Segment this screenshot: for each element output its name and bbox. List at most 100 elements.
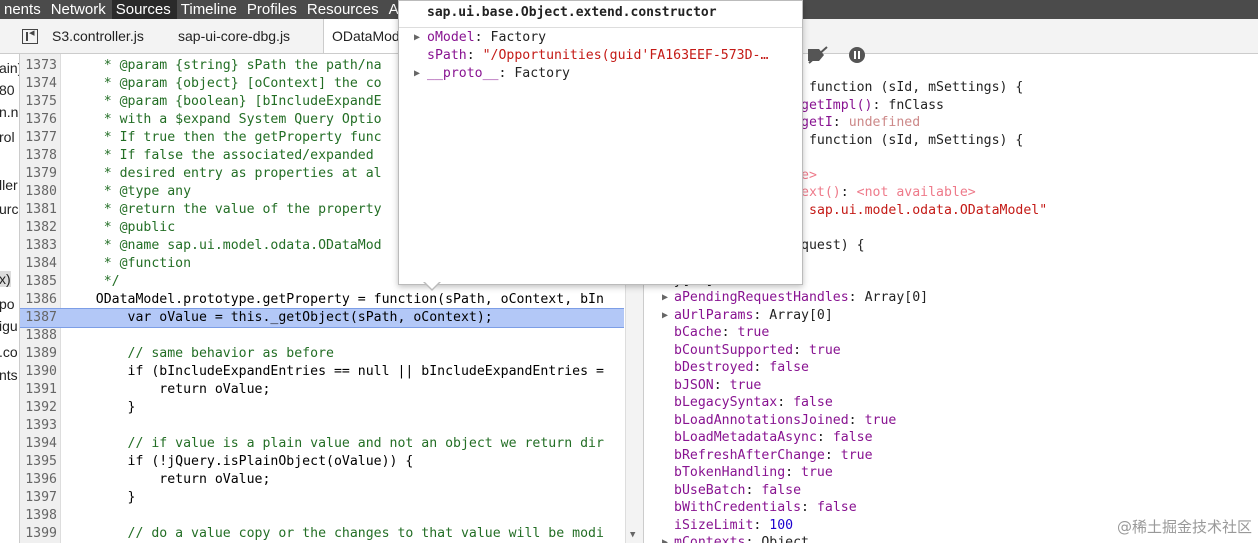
scope-property-row[interactable]: bLegacySyntax: false xyxy=(644,394,1258,411)
panel-tab-sources[interactable]: Sources xyxy=(111,0,177,19)
property-value: "/Opportunities(guid'FA163EEF-573D-… xyxy=(482,48,769,63)
property-key: __proto__ xyxy=(427,66,499,81)
line-number[interactable]: 1380 xyxy=(20,183,57,201)
code-line[interactable]: 1392 } xyxy=(20,399,624,417)
line-number[interactable]: 1377 xyxy=(20,129,57,147)
line-number[interactable]: 1384 xyxy=(20,255,57,273)
line-number[interactable]: 1386 xyxy=(20,291,57,309)
line-number[interactable]: 1383 xyxy=(20,237,57,255)
scope-property-row[interactable]: bJSON: true xyxy=(644,377,1258,394)
property-separator: : xyxy=(777,395,794,410)
line-number[interactable]: 1392 xyxy=(20,399,57,417)
line-number[interactable]: 1393 xyxy=(20,417,57,435)
property-value: 100 xyxy=(769,517,794,533)
line-number[interactable]: 1378 xyxy=(20,147,57,165)
line-number[interactable]: 1396 xyxy=(20,471,57,489)
code-line[interactable]: 1396 return oValue; xyxy=(20,471,624,489)
watermark: @稀土掘金技术社区 xyxy=(1116,518,1252,536)
line-number[interactable]: 1391 xyxy=(20,381,57,399)
line-number[interactable]: 1374 xyxy=(20,75,57,93)
code-line[interactable]: 1397 } xyxy=(20,489,624,507)
scope-property-row[interactable]: bDestroyed: false xyxy=(644,359,1258,376)
scope-property-row[interactable]: bRefreshAfterChange: true xyxy=(644,447,1258,464)
expand-triangle-icon[interactable]: ▶ xyxy=(414,29,420,47)
expand-triangle-icon[interactable]: ▶ xyxy=(662,307,668,324)
line-number[interactable]: 1395 xyxy=(20,453,57,471)
navigator-item-selected[interactable]: x) xyxy=(0,271,11,287)
expand-triangle-icon[interactable]: ▶ xyxy=(414,65,420,83)
line-number[interactable]: 1387 xyxy=(20,309,57,327)
navigator-item[interactable]: .co xyxy=(0,344,18,360)
code-line[interactable]: 1394 // if value is a plain value and no… xyxy=(20,435,624,453)
line-number[interactable]: 1398 xyxy=(20,507,57,525)
line-number[interactable]: 1382 xyxy=(20,219,57,237)
scope-property-row[interactable]: bWithCredentials: false xyxy=(644,499,1258,516)
property-key: bWithCredentials xyxy=(674,500,802,515)
navigator-item[interactable]: ain) xyxy=(0,60,19,76)
navigator-item[interactable]: urc xyxy=(0,201,18,217)
scope-property-row[interactable]: bUseBatch: false xyxy=(644,482,1258,499)
navigator-item[interactable]: n.n xyxy=(0,104,18,120)
scope-property-row[interactable]: bCountSupported: true xyxy=(644,342,1258,359)
code-text: return oValue; xyxy=(64,472,271,487)
panel-tab-resources[interactable]: Resources xyxy=(303,0,385,19)
code-text: var oValue = this._getObject(sPath, oCon… xyxy=(64,310,493,325)
popover-property-row[interactable]: ▶ oModel: Factory xyxy=(399,29,799,47)
property-separator: : xyxy=(872,97,889,113)
popover-property-row[interactable]: sPath: "/Opportunities(guid'FA163EEF-573… xyxy=(399,47,799,65)
line-number[interactable]: 1399 xyxy=(20,525,57,543)
property-value: true xyxy=(737,325,770,340)
file-tab-s3-controller[interactable]: S3.controller.js xyxy=(44,19,152,53)
file-tab-sap-ui-core[interactable]: sap-ui-core-dbg.js xyxy=(170,19,298,53)
navigator-item[interactable]: rol xyxy=(0,129,15,145)
line-number[interactable]: 1385 xyxy=(20,273,57,291)
code-text: * @function xyxy=(64,256,192,271)
code-line[interactable]: 1390 if (bIncludeExpandEntries == null |… xyxy=(20,363,624,381)
scope-property-row[interactable]: ▶ aPendingRequestHandles: Array[0] xyxy=(644,289,1258,306)
panel-tab-timeline[interactable]: Timeline xyxy=(177,0,243,19)
scope-property-row[interactable]: bCache: true xyxy=(644,324,1258,341)
navigator-item[interactable]: 80 xyxy=(0,82,15,98)
navigator-item[interactable]: ller xyxy=(0,177,18,193)
scope-property-row[interactable]: bLoadMetadataAsync: false xyxy=(644,429,1258,446)
popover-caret xyxy=(423,281,441,291)
code-line[interactable]: 1388 xyxy=(20,327,624,345)
property-value: true xyxy=(729,377,762,393)
code-line[interactable]: 1398 xyxy=(20,507,624,525)
popover-property-row[interactable]: ▶ __proto__: Factory xyxy=(399,65,799,83)
line-number[interactable]: 1373 xyxy=(20,57,57,75)
expand-triangle-icon[interactable]: ▶ xyxy=(662,534,668,543)
line-number[interactable]: 1375 xyxy=(20,93,57,111)
expand-triangle-icon[interactable]: ▶ xyxy=(662,289,668,306)
line-number[interactable]: 1388 xyxy=(20,327,57,345)
line-number[interactable]: 1397 xyxy=(20,489,57,507)
panel-tab-profiles[interactable]: Profiles xyxy=(243,0,303,19)
line-number[interactable]: 1376 xyxy=(20,111,57,129)
code-line[interactable]: 1386 ODataModel.prototype.getProperty = … xyxy=(20,291,624,309)
property-key: bUseBatch xyxy=(674,482,746,498)
property-value: undefined xyxy=(848,115,921,130)
code-line[interactable]: 1399 // do a value copy or the changes t… xyxy=(20,525,624,543)
scope-property-row[interactable]: bTokenHandling: true xyxy=(644,464,1258,481)
property-value: true xyxy=(864,412,897,428)
line-number[interactable]: 1389 xyxy=(20,345,57,363)
line-number[interactable]: 1394 xyxy=(20,435,57,453)
code-line[interactable]: 1391 return oValue; xyxy=(20,381,624,399)
panel-tab-elements[interactable]: nents xyxy=(0,0,47,19)
code-line[interactable]: 1389 // same behavior as before xyxy=(20,345,624,363)
toggle-navigator-icon[interactable] xyxy=(22,26,38,44)
line-number[interactable]: 1390 xyxy=(20,363,57,381)
navigator-item[interactable]: po xyxy=(0,296,15,312)
line-number[interactable]: 1379 xyxy=(20,165,57,183)
code-line[interactable]: 1395 if (!jQuery.isPlainObject(oValue)) … xyxy=(20,453,624,471)
navigator-item[interactable]: igu xyxy=(0,318,18,334)
panel-tab-network[interactable]: Network xyxy=(47,0,112,19)
scroll-down-icon[interactable]: ▼ xyxy=(630,530,635,540)
code-line[interactable]: 1393 xyxy=(20,417,624,435)
scope-property-row[interactable]: ▶ aUrlParams: Array[0] xyxy=(644,307,1258,324)
line-number[interactable]: 1381 xyxy=(20,201,57,219)
scope-property-row[interactable]: bLoadAnnotationsJoined: true xyxy=(644,412,1258,429)
navigator-item[interactable]: nts xyxy=(0,367,18,383)
code-text: } xyxy=(64,400,136,415)
code-line-current-execution[interactable]: 1387 var oValue = this._getObject(sPath,… xyxy=(20,308,624,328)
